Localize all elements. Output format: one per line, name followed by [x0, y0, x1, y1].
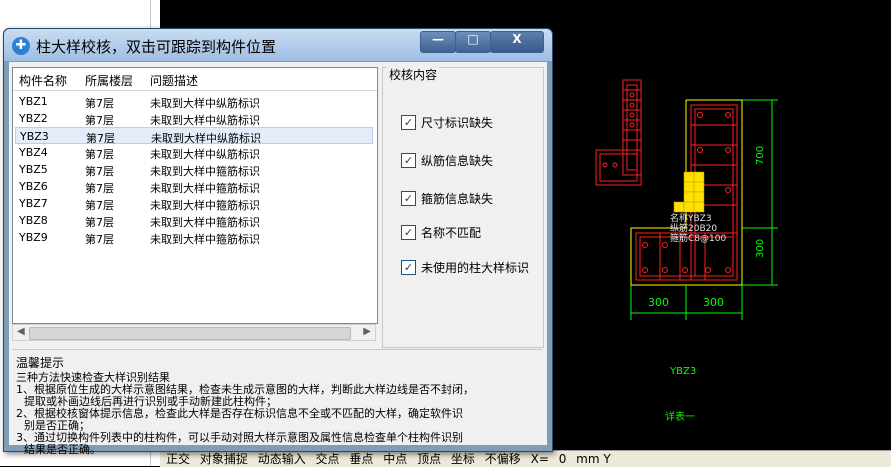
cell-name: YBZ7 — [19, 197, 48, 210]
selected-hatch — [673, 171, 705, 213]
cell-name: YBZ4 — [19, 146, 48, 159]
check-content-group: 校核内容 ✓ 尺寸标识缺失 ✓ 纵筋信息缺失 ✓ 箍筋信息缺失 ✓ 名称不匹配 … — [382, 66, 544, 348]
checkbox-label[interactable]: 尺寸标识缺失 — [421, 114, 493, 131]
status-unit-label: mm Y — [576, 452, 611, 466]
table-row[interactable]: YBZ5 第7层 未取到大样中箍筋标识 — [15, 161, 373, 178]
dialog-titlebar[interactable]: ✚ 柱大样校核，双击可跟踪到构件位置 — □ X — [4, 29, 552, 61]
cell-description: 未取到大样中箍筋标识 — [150, 216, 260, 229]
dim-300-right-label: 300 — [703, 296, 724, 309]
table-row[interactable]: YBZ2 第7层 未取到大样中纵筋标识 — [15, 110, 373, 127]
status-snap[interactable]: 对象捕捉 — [200, 451, 248, 467]
status-ortho[interactable]: 正交 — [166, 451, 190, 467]
cell-description: 未取到大样中箍筋标识 — [150, 165, 260, 178]
column-check-dialog: ✚ 柱大样校核，双击可跟踪到构件位置 — □ X 构件名称 所属楼层 问题描述 … — [3, 28, 553, 456]
close-button[interactable]: X — [490, 31, 544, 53]
cell-floor: 第7层 — [85, 233, 114, 246]
table-row[interactable]: YBZ4 第7层 未取到大样中纵筋标识 — [15, 144, 373, 161]
cell-name: YBZ3 — [20, 130, 49, 143]
tips-title: 温馨提示 — [16, 356, 65, 370]
cell-floor: 第7层 — [85, 114, 114, 127]
checkbox-checked-icon[interactable]: ✓ — [401, 260, 416, 275]
checkbox-label[interactable]: 箍筋信息缺失 — [421, 190, 493, 207]
scroll-left-arrow-icon[interactable]: ◀ — [17, 326, 25, 337]
cell-name: YBZ9 — [19, 231, 48, 244]
scroll-right-arrow-icon[interactable]: ▶ — [363, 326, 371, 337]
table-row[interactable]: YBZ7 第7层 未取到大样中箍筋标识 — [15, 195, 373, 212]
group-title: 校核内容 — [387, 66, 440, 83]
column-rebar-label: 纵筋20B20 — [670, 222, 717, 234]
table-row[interactable]: YBZ8 第7层 未取到大样中箍筋标识 — [15, 212, 373, 229]
checkbox-label[interactable]: 名称不匹配 — [421, 224, 481, 241]
column-stirrup-label: 箍筋C8@100 — [670, 232, 726, 244]
cell-description: 未取到大样中纵筋标识 — [150, 114, 260, 127]
cell-name: YBZ6 — [19, 180, 48, 193]
cell-description: 未取到大样中箍筋标识 — [150, 199, 260, 212]
status-offset-select[interactable]: 不偏移 — [485, 451, 521, 467]
scrollbar-thumb[interactable] — [29, 327, 351, 340]
cell-description: 未取到大样中纵筋标识 — [150, 148, 260, 161]
cell-name: YBZ2 — [19, 112, 48, 125]
status-perpendicular[interactable]: 垂点 — [349, 451, 373, 467]
column-id-label: YBZ3 — [669, 366, 696, 377]
status-vertex[interactable]: 顶点 — [417, 451, 441, 467]
app-logo-icon: ✚ — [12, 37, 30, 55]
table-row[interactable]: YBZ9 第7层 未取到大样中箍筋标识 — [15, 229, 373, 246]
small-rebar-detail — [595, 79, 642, 186]
detail-table-label: 详表一 — [665, 410, 695, 423]
checkbox-checked-icon[interactable]: ✓ — [401, 191, 416, 206]
checkbox-label[interactable]: 纵筋信息缺失 — [421, 152, 493, 169]
tips-divider — [12, 349, 542, 350]
status-x-label: X= — [530, 452, 549, 466]
status-bar: 正交 对象捕捉 动态输入 交点 垂点 中点 顶点 坐标 不偏移 X= 0 mm … — [160, 450, 891, 467]
header-component-name[interactable]: 构件名称 — [19, 72, 67, 89]
status-coordinate[interactable]: 坐标 — [451, 451, 475, 467]
status-x-input[interactable]: 0 — [559, 451, 567, 467]
minimize-button[interactable]: — — [420, 31, 456, 53]
tips-panel: 温馨提示 三种方法快速检查大样识别结果 1、根据原位生成的大样示意图结果，检查未… — [12, 352, 542, 456]
dim-300-left-label: 300 — [648, 296, 669, 309]
cell-floor: 第7层 — [85, 148, 114, 161]
cell-name: YBZ5 — [19, 163, 48, 176]
tips-line: 结果是否正确。 — [24, 443, 101, 456]
cell-floor: 第7层 — [85, 97, 114, 110]
dialog-title: 柱大样校核，双击可跟踪到构件位置 — [36, 38, 277, 56]
cell-floor: 第7层 — [85, 165, 114, 178]
list-header: 构件名称 所属楼层 问题描述 — [13, 68, 377, 91]
horizontal-scrollbar[interactable]: ◀ ▶ — [12, 324, 376, 341]
cell-floor: 第7层 — [85, 216, 114, 229]
cell-name: YBZ8 — [19, 214, 48, 227]
dim-700-label: 700 — [755, 146, 766, 165]
cell-description: 未取到大样中箍筋标识 — [150, 182, 260, 195]
issue-list[interactable]: 构件名称 所属楼层 问题描述 YBZ1 第7层 未取到大样中纵筋标识 YBZ2 … — [12, 67, 378, 324]
table-row[interactable]: YBZ6 第7层 未取到大样中箍筋标识 — [15, 178, 373, 195]
checkbox-checked-icon[interactable]: ✓ — [401, 225, 416, 240]
dimension-lines — [630, 99, 778, 320]
header-floor[interactable]: 所属楼层 — [85, 72, 133, 89]
checkbox-checked-icon[interactable]: ✓ — [401, 115, 416, 130]
dialog-client-area: 构件名称 所属楼层 问题描述 YBZ1 第7层 未取到大样中纵筋标识 YBZ2 … — [9, 62, 547, 456]
maximize-button[interactable]: □ — [455, 31, 491, 53]
status-dynamic-input[interactable]: 动态输入 — [258, 451, 306, 467]
checkbox-label[interactable]: 未使用的柱大样标识 — [421, 259, 529, 276]
cell-floor: 第7层 — [85, 182, 114, 195]
status-midpoint[interactable]: 中点 — [383, 451, 407, 467]
cell-description: 未取到大样中箍筋标识 — [150, 233, 260, 246]
checkbox-checked-icon[interactable]: ✓ — [401, 153, 416, 168]
table-row[interactable]: YBZ1 第7层 未取到大样中纵筋标识 — [15, 93, 373, 110]
cell-floor: 第7层 — [85, 199, 114, 212]
dim-300-vertical-label: 300 — [755, 239, 766, 258]
column-name-label: 名称YBZ3 — [670, 212, 712, 224]
table-row-selected[interactable]: YBZ3 第7层 未取到大样中纵筋标识 — [15, 127, 373, 145]
cell-name: YBZ1 — [19, 95, 48, 108]
status-intersection[interactable]: 交点 — [316, 451, 340, 467]
cell-description: 未取到大样中纵筋标识 — [150, 97, 260, 110]
header-description[interactable]: 问题描述 — [150, 72, 198, 89]
